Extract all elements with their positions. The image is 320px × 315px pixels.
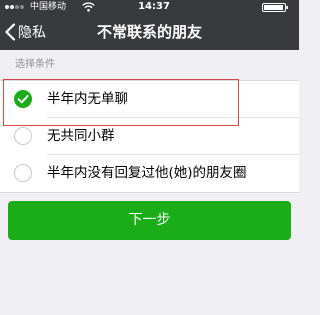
option-no-common-group[interactable]: 无共同小群 [0,118,299,155]
next-button[interactable]: 下一步 [8,201,291,240]
option-label: 无共同小群 [47,128,115,144]
nav-bar: 隐私 不常联系的朋友 [0,14,299,50]
top-chrome: 中国移动 14:37 隐私 不常联系的朋友 [0,0,299,50]
back-button[interactable]: 隐私 [4,14,46,50]
option-no-moments-reply[interactable]: 半年内没有回复过他(她)的朋友圈 [0,155,299,192]
chevron-left-icon [5,23,16,41]
back-button-label: 隐私 [18,25,46,41]
options-list: 半年内无单聊 无共同小群 半年内没有回复过他(她)的朋友圈 [0,80,299,193]
option-label: 半年内无单聊 [47,91,128,107]
radio-unchecked[interactable] [14,164,32,182]
wifi-icon [82,2,95,12]
page-title: 不常联系的朋友 [96,23,202,41]
status-time: 14:37 [138,1,170,12]
signal-icon [5,5,27,10]
section-header: 选择条件 [15,59,55,70]
option-no-private-chat[interactable]: 半年内无单聊 [0,81,299,118]
battery-icon [262,3,288,12]
status-bar: 中国移动 14:37 [0,0,299,14]
option-label: 半年内没有回复过他(她)的朋友圈 [47,165,247,181]
radio-checked[interactable] [14,90,32,108]
checkmark-icon [17,95,29,104]
radio-unchecked[interactable] [14,127,32,145]
carrier-label: 中国移动 [30,2,67,12]
